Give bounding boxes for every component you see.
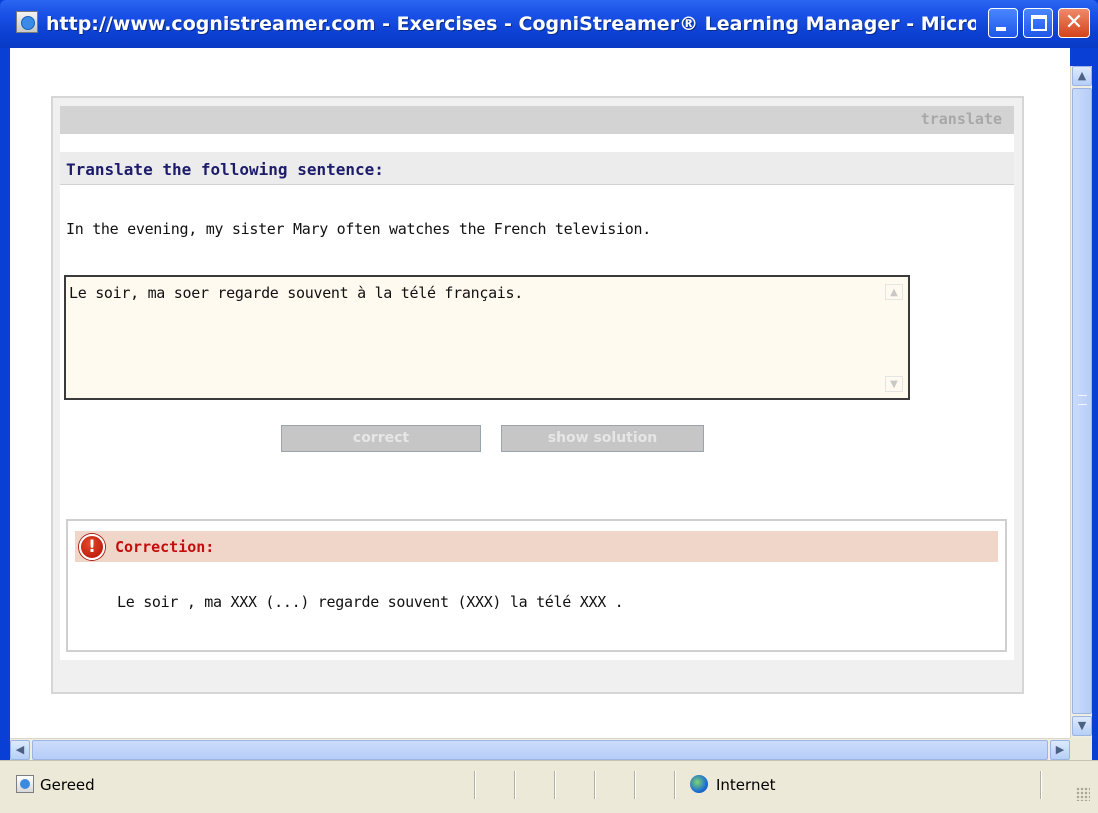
status-bar: Gereed Internet [0,760,1098,813]
vertical-scrollbar[interactable]: ▲ ▼ [1070,66,1092,738]
exercise-type-label: translate [920,110,1002,128]
status-divider [634,771,636,799]
status-divider [1040,771,1042,799]
scroll-right-icon[interactable]: ▶ [1050,740,1070,760]
warning-icon: ! [79,534,105,560]
maximize-icon [1031,15,1047,31]
exercise-heading: Translate the following sentence: [66,160,384,179]
scroll-down-icon[interactable]: ▼ [1072,716,1092,736]
answer-scroll-up-icon[interactable]: ▲ [885,284,903,300]
close-button[interactable]: ✕ [1058,8,1090,38]
minimize-icon [996,27,1006,31]
exercise-heading-band: Translate the following sentence: [60,152,1014,185]
correction-title: Correction: [115,538,215,556]
ie-page-icon [16,11,38,33]
internet-zone-icon [690,775,708,793]
show-solution-button[interactable]: show solution [501,425,704,452]
status-divider [474,771,476,799]
minimize-button[interactable] [988,8,1018,38]
answer-scroll-down-icon[interactable]: ▼ [885,376,903,392]
resize-grip-icon[interactable] [1076,787,1090,801]
correct-button[interactable]: correct [281,425,481,452]
scrollbar-corner [1070,738,1092,760]
status-divider [514,771,516,799]
window-title: http://www.cognistreamer.com - Exercises… [46,13,976,35]
answer-scrollbar[interactable]: ▲ ▼ [883,280,905,396]
vertical-scroll-thumb[interactable] [1072,88,1092,714]
horizontal-scrollbar[interactable]: ◀ ▶ [10,738,1070,760]
security-zone-text: Internet [716,776,776,794]
title-bar[interactable]: http://www.cognistreamer.com - Exercises… [0,0,1098,48]
scroll-left-icon[interactable]: ◀ [10,740,30,760]
maximize-button[interactable] [1023,8,1053,38]
correction-text: Le soir , ma XXX (...) regarde souvent (… [117,593,624,611]
answer-value: Le soir, ma soer regarde souvent à la té… [69,284,524,302]
status-divider [674,771,676,799]
status-divider [554,771,556,799]
close-icon: ✕ [1064,10,1084,35]
correction-header: ! Correction: [75,531,998,562]
status-text: Gereed [40,776,95,794]
source-sentence: In the evening, my sister Mary often wat… [66,220,651,238]
page-status-icon [16,775,34,793]
answer-textarea[interactable]: Le soir, ma soer regarde souvent à la té… [64,275,910,400]
browser-window: http://www.cognistreamer.com - Exercises… [0,0,1098,813]
scroll-up-icon[interactable]: ▲ [1072,66,1092,86]
status-divider [594,771,596,799]
horizontal-scroll-thumb[interactable] [32,740,1048,760]
exercise-type-bar: translate [60,106,1014,134]
